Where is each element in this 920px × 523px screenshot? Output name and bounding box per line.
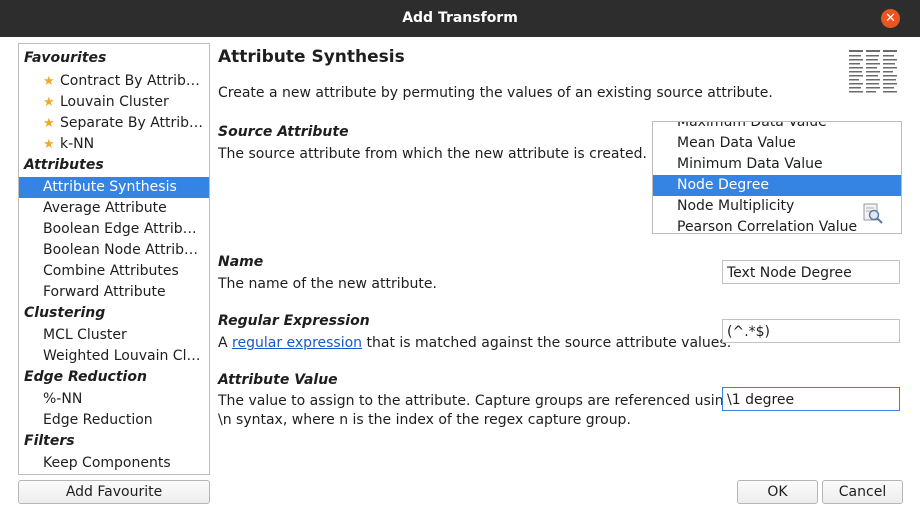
category-favourites: Favourites [24, 50, 107, 66]
close-icon[interactable]: ✕ [881, 9, 900, 28]
list-item-edge-reduction[interactable]: Edge Reduction [19, 410, 209, 431]
attribute-value-title: Attribute Value [218, 372, 338, 388]
category-filters: Filters [24, 433, 75, 449]
list-item-label: %-NN [43, 391, 83, 407]
star-icon: ★ [43, 74, 55, 89]
list-item-percent-nn[interactable]: %-NN [19, 389, 209, 410]
regular-expression-link[interactable]: regular expression [232, 335, 362, 351]
cancel-button[interactable]: Cancel [822, 480, 903, 504]
list-item-boolean-node-attribute[interactable]: Boolean Node Attrib… [19, 240, 209, 261]
add-favourite-button[interactable]: Add Favourite [18, 480, 210, 504]
star-icon: ★ [43, 137, 55, 152]
regex-desc-suffix: that is matched against the source attri… [366, 335, 732, 351]
list-item-label: Louvain Cluster [60, 94, 169, 110]
regex-field[interactable]: (^.*$) [722, 319, 900, 343]
category-attributes: Attributes [24, 157, 104, 173]
list-item-label: Boolean Node Attrib… [43, 242, 198, 258]
list-item-knn[interactable]: ★ k-NN [19, 134, 209, 155]
name-title: Name [218, 254, 264, 270]
list-item-boolean-edge-attribute[interactable]: Boolean Edge Attrib… [19, 219, 209, 240]
list-item-combine-attributes[interactable]: Combine Attributes [19, 261, 209, 282]
source-option-selected[interactable]: Node Degree [653, 175, 901, 196]
list-item-average-attribute[interactable]: Average Attribute [19, 198, 209, 219]
window-title: Add Transform [402, 10, 518, 26]
document-icon[interactable] [848, 47, 898, 97]
list-item-label: Average Attribute [43, 200, 167, 216]
list-item-contract-by-attribute[interactable]: ★ Contract By Attrib… [19, 71, 209, 92]
category-edge-reduction: Edge Reduction [24, 369, 147, 385]
search-icon[interactable] [862, 202, 884, 224]
list-item-attribute-synthesis[interactable]: Attribute Synthesis [19, 177, 209, 198]
regex-desc-prefix: A [218, 335, 228, 351]
transform-heading: Attribute Synthesis [218, 47, 405, 67]
attribute-value-desc-line2: \n syntax, where n is the index of the r… [218, 412, 631, 428]
list-item-separate-by-attribute[interactable]: ★ Separate By Attrib… [19, 113, 209, 134]
dialog-body: Favourites ★ Contract By Attrib… ★ Louva… [0, 37, 920, 523]
list-item-label: Edge Reduction [43, 412, 153, 428]
transform-list[interactable]: Favourites ★ Contract By Attrib… ★ Louva… [18, 43, 210, 475]
source-attribute-title: Source Attribute [218, 124, 349, 140]
transform-description: Create a new attribute by permuting the … [218, 85, 773, 101]
list-item-label: Forward Attribute [43, 284, 166, 300]
list-item-label: Keep Components [43, 455, 171, 471]
name-field[interactable]: Text Node Degree [722, 260, 900, 284]
ok-button[interactable]: OK [737, 480, 818, 504]
attribute-value-desc-line1: The value to assign to the attribute. Ca… [218, 393, 733, 409]
list-item-label: k-NN [60, 136, 95, 152]
name-description: The name of the new attribute. [218, 276, 437, 292]
source-attribute-description: The source attribute from which the new … [218, 146, 647, 162]
list-item-label: Contract By Attrib… [60, 73, 200, 89]
list-item-keep-components[interactable]: Keep Components [19, 453, 209, 474]
source-option[interactable]: Minimum Data Value [653, 154, 901, 175]
star-icon: ★ [43, 116, 55, 131]
regex-title: Regular Expression [218, 313, 370, 329]
list-item-mcl-cluster[interactable]: MCL Cluster [19, 325, 209, 346]
list-item-label: Attribute Synthesis [43, 179, 177, 195]
list-item-label: Boolean Edge Attrib… [43, 221, 197, 237]
attribute-value-field[interactable]: \1 degree [722, 387, 900, 411]
source-option[interactable]: Mean Data Value [653, 133, 901, 154]
source-option[interactable]: Maximum Data Value [653, 122, 901, 133]
list-item-label: Separate By Attrib… [60, 115, 204, 131]
category-clustering: Clustering [24, 305, 106, 321]
star-icon: ★ [43, 95, 55, 110]
list-item-label: Combine Attributes [43, 263, 179, 279]
title-bar: Add Transform ✕ [0, 0, 920, 37]
list-item-label: Weighted Louvain Cl… [43, 348, 201, 364]
attribute-value-description: The value to assign to the attribute. Ca… [218, 392, 732, 430]
list-item-weighted-louvain-cluster[interactable]: Weighted Louvain Cl… [19, 346, 209, 367]
list-item-louvain-cluster[interactable]: ★ Louvain Cluster [19, 92, 209, 113]
list-item-label: MCL Cluster [43, 327, 127, 343]
list-item-forward-attribute[interactable]: Forward Attribute [19, 282, 209, 303]
regex-description: A regular expression that is matched aga… [218, 334, 731, 353]
